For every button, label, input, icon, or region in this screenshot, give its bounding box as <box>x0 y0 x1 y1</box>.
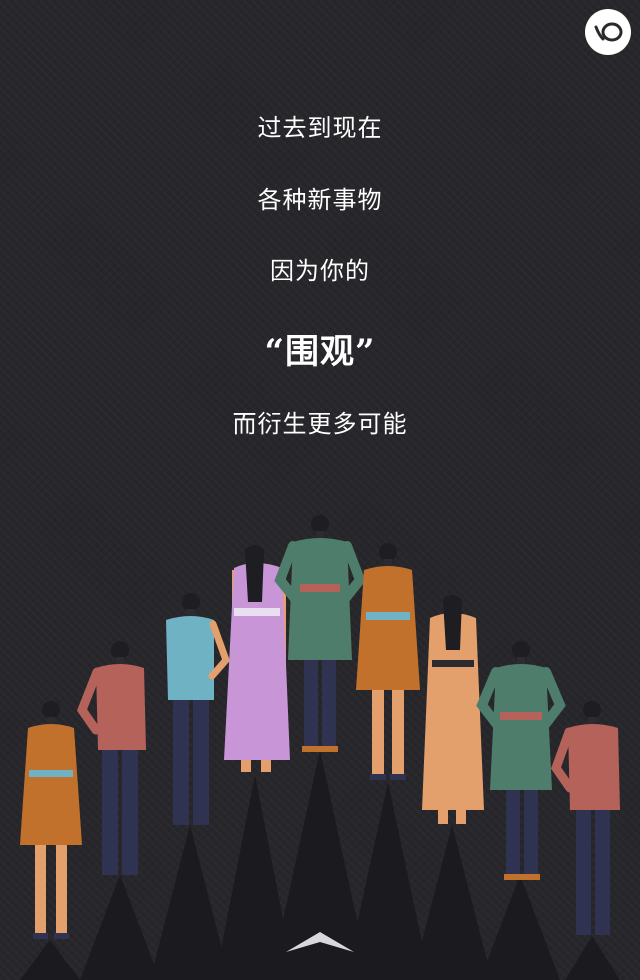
person-coral-right <box>550 701 620 935</box>
swipe-up-arrow-icon[interactable] <box>284 928 356 956</box>
person-peach-dress <box>422 595 484 824</box>
person-orange-center <box>356 543 420 780</box>
person-green-center <box>274 515 366 752</box>
music-toggle-icon <box>594 22 623 42</box>
person-teal-shirt <box>166 593 230 825</box>
crowd-illustration <box>20 515 620 980</box>
poem-line-highlight: “围观” <box>264 332 376 372</box>
person-green-right <box>476 641 566 880</box>
poem-line-2: 各种新事物 <box>257 186 383 214</box>
person-orange-left <box>20 701 82 939</box>
poem-line-3: 因为你的 <box>270 257 370 285</box>
music-button[interactable] <box>585 9 631 55</box>
person-coral-left <box>76 641 146 875</box>
poem-line-5: 而衍生更多可能 <box>232 410 408 438</box>
poem-line-1: 过去到现在 <box>257 114 383 142</box>
